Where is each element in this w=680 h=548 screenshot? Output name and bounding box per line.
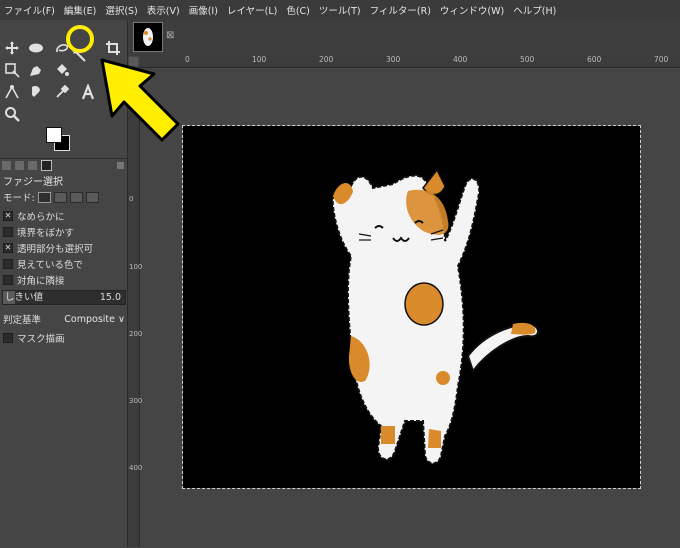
ruler-tick-label: 200 — [129, 330, 143, 338]
ruler-tick-label: 600 — [587, 55, 602, 64]
chevron-down-icon: ∨ — [118, 313, 125, 325]
cat-body — [331, 174, 481, 465]
checkbox-icon — [3, 333, 13, 343]
sample-merged-label: 見えている色で — [17, 260, 84, 271]
path-icon[interactable] — [2, 83, 22, 101]
menu-image[interactable]: 画像(I) — [189, 3, 218, 17]
zoom-icon[interactable] — [2, 105, 22, 123]
close-icon[interactable]: ⊠ — [166, 30, 174, 41]
feather-checkbox[interactable]: 境界をぼかす — [3, 224, 127, 240]
tool-options-panel: ファジー選択 モード: ✕ なめらかに 境界をぼかす ✕ 透明部分も選択可 見え… — [0, 158, 127, 548]
select-transparent-checkbox[interactable]: ✕ 透明部分も選択可 — [3, 240, 127, 256]
menubar: ファイル(F) 編集(E) 選択(S) 表示(V) 画像(I) レイヤー(L) … — [0, 0, 680, 20]
diagonal-neighbors-checkbox[interactable]: 対角に隣接 — [3, 272, 127, 288]
ruler-tick-label: 500 — [520, 55, 535, 64]
dock-tab-1[interactable] — [2, 160, 11, 170]
image-canvas[interactable] — [182, 125, 641, 489]
menu-select[interactable]: 選択(S) — [105, 3, 137, 17]
ellipse-select-icon[interactable] — [26, 39, 46, 57]
ruler-tick-label: 100 — [129, 263, 143, 271]
antialias-label: なめらかに — [17, 212, 65, 223]
menu-view[interactable]: 表示(V) — [147, 3, 180, 17]
criteria-label: 判定基準 — [3, 315, 42, 326]
threshold-value: 15.0 — [99, 292, 121, 303]
tool-options-title: ファジー選択 — [3, 177, 63, 188]
mode-intersect-button[interactable] — [85, 191, 99, 203]
checkbox-icon — [3, 275, 13, 285]
mode-subtract-button[interactable] — [69, 191, 83, 203]
cat-illustration — [331, 168, 540, 465]
dock-tabs — [0, 159, 127, 171]
checkbox-icon: ✕ — [3, 243, 13, 253]
image-tab-strip: ⊠ — [128, 20, 680, 56]
draw-mask-label: マスク描画 — [17, 334, 65, 345]
foreground-color-swatch[interactable] — [46, 127, 62, 143]
ruler-tick-label: 0 — [185, 55, 190, 64]
smudge-icon[interactable] — [26, 61, 46, 79]
dock-tab-tool-options[interactable] — [41, 159, 52, 171]
dock-menu-icon[interactable] — [117, 161, 124, 169]
move-icon[interactable] — [2, 39, 22, 57]
menu-help[interactable]: ヘルプ(H) — [513, 3, 556, 17]
image-thumbnail[interactable] — [133, 22, 163, 52]
menu-windows[interactable]: ウィンドウ(W) — [440, 3, 504, 17]
ruler-tick-label: 200 — [319, 55, 334, 64]
mode-label: モード: — [3, 193, 35, 204]
mode-row: モード: — [3, 190, 127, 204]
ruler-tick-label: 100 — [252, 55, 267, 64]
threshold-slider[interactable]: しきい値 15.0 — [2, 290, 126, 305]
select-transparent-label: 透明部分も選択可 — [17, 244, 94, 255]
dock-tab-3[interactable] — [28, 160, 37, 170]
feather-label: 境界をぼかす — [17, 228, 75, 239]
horizontal-ruler[interactable]: 0 100 200 300 400 500 600 700 — [140, 55, 680, 68]
bucket-fill-icon[interactable] — [52, 61, 72, 79]
menu-filters[interactable]: フィルター(R) — [370, 3, 431, 17]
yellow-arrow-icon — [100, 58, 180, 142]
mode-replace-button[interactable] — [37, 191, 51, 203]
diagonal-neighbors-label: 対角に隣接 — [17, 276, 65, 287]
ruler-tick-label: 400 — [453, 55, 468, 64]
dock-tab-2[interactable] — [15, 160, 24, 170]
ruler-tick-label: 0 — [129, 195, 134, 203]
ruler-tick-label: 300 — [129, 397, 143, 405]
color-picker-icon[interactable] — [52, 83, 72, 101]
clone-icon[interactable] — [26, 83, 46, 101]
antialias-checkbox[interactable]: ✕ なめらかに — [3, 208, 127, 224]
draw-mask-checkbox[interactable]: マスク描画 — [3, 330, 127, 346]
menu-file[interactable]: ファイル(F) — [4, 3, 55, 17]
criteria-select[interactable]: Composite ∨ — [64, 314, 125, 325]
ruler-tick-label: 400 — [129, 464, 143, 472]
highlight-circle — [66, 25, 94, 53]
criteria-row: 判定基準 Composite ∨ — [3, 312, 125, 327]
threshold-label: しきい値 — [5, 292, 44, 303]
menu-edit[interactable]: 編集(E) — [64, 3, 96, 17]
checkbox-icon: ✕ — [3, 211, 13, 221]
ruler-tick-label: 700 — [654, 55, 669, 64]
criteria-value: Composite — [64, 313, 115, 325]
menu-tools[interactable]: ツール(T) — [319, 3, 361, 17]
menu-colors[interactable]: 色(C) — [286, 3, 310, 17]
checkbox-icon — [3, 227, 13, 237]
scale-icon[interactable] — [2, 61, 22, 79]
fg-bg-colors[interactable] — [46, 127, 72, 153]
sample-merged-checkbox[interactable]: 見えている色で — [3, 256, 127, 272]
mode-add-button[interactable] — [53, 191, 67, 203]
checkbox-icon — [3, 259, 13, 269]
menu-layer[interactable]: レイヤー(L) — [227, 3, 277, 17]
ruler-tick-label: 300 — [386, 55, 401, 64]
